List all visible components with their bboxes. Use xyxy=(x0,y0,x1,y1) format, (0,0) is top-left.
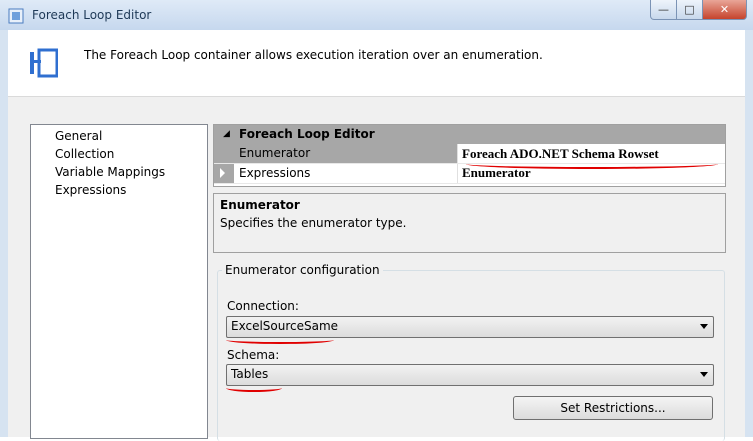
row-gutter xyxy=(214,164,234,183)
page-navigation-list: General Collection Variable Mappings Exp… xyxy=(30,124,208,439)
nav-item-variable-mappings[interactable]: Variable Mappings xyxy=(31,163,207,181)
connection-label: Connection: xyxy=(227,299,299,313)
foreach-loop-editor-window: Foreach Loop Editor — □ ✕ The Foreach Lo… xyxy=(0,0,753,441)
schema-label: Schema: xyxy=(227,348,280,362)
row-gutter xyxy=(214,144,234,163)
property-name: Enumerator xyxy=(234,144,458,163)
connection-dropdown[interactable]: ExcelSourceSame xyxy=(226,316,714,338)
window-title: Foreach Loop Editor xyxy=(32,8,152,22)
app-icon xyxy=(8,8,24,24)
property-description-panel: Enumerator Specifies the enumerator type… xyxy=(213,193,726,253)
chevron-down-icon xyxy=(700,372,708,377)
title-bar[interactable]: Foreach Loop Editor — □ ✕ xyxy=(0,0,753,30)
annotation-underline xyxy=(466,159,718,169)
window-controls: — □ ✕ xyxy=(650,0,747,20)
minimize-button[interactable]: — xyxy=(650,0,677,20)
dialog-header: The Foreach Loop container allows execut… xyxy=(8,30,745,97)
configuration-title: Enumerator configuration xyxy=(222,263,383,277)
nav-item-collection[interactable]: Collection xyxy=(31,145,207,163)
nav-item-general[interactable]: General xyxy=(31,127,207,145)
annotation-underline xyxy=(226,384,282,392)
description-title: Enumerator xyxy=(220,198,300,212)
foreach-loop-icon xyxy=(30,48,58,78)
property-category-label: Foreach Loop Editor xyxy=(239,127,375,141)
header-description: The Foreach Loop container allows execut… xyxy=(84,48,543,62)
connection-value: ExcelSourceSame xyxy=(231,319,339,333)
maximize-icon: □ xyxy=(684,3,695,16)
property-category[interactable]: ◢ Foreach Loop Editor xyxy=(214,125,725,144)
expand-arrow-icon[interactable] xyxy=(220,168,225,178)
minimize-icon: — xyxy=(658,3,669,16)
schema-dropdown[interactable]: Tables xyxy=(226,364,714,386)
dialog-client-area: The Foreach Loop container allows execut… xyxy=(8,30,745,441)
annotation-underline xyxy=(226,336,334,344)
description-text: Specifies the enumerator type. xyxy=(220,216,407,230)
schema-value: Tables xyxy=(231,367,269,381)
nav-item-expressions[interactable]: Expressions xyxy=(31,181,207,199)
property-grid: ◢ Foreach Loop Editor Enumerator Foreach… xyxy=(213,124,726,187)
collapse-triangle-icon[interactable]: ◢ xyxy=(223,125,230,144)
close-icon: ✕ xyxy=(719,3,730,16)
set-restrictions-button[interactable]: Set Restrictions... xyxy=(513,396,713,420)
chevron-down-icon xyxy=(700,324,708,329)
close-button[interactable]: ✕ xyxy=(703,0,747,20)
maximize-button[interactable]: □ xyxy=(677,0,703,20)
property-name: Expressions xyxy=(234,164,458,183)
enumerator-configuration: Enumerator configuration Connection: Exc… xyxy=(213,258,725,441)
